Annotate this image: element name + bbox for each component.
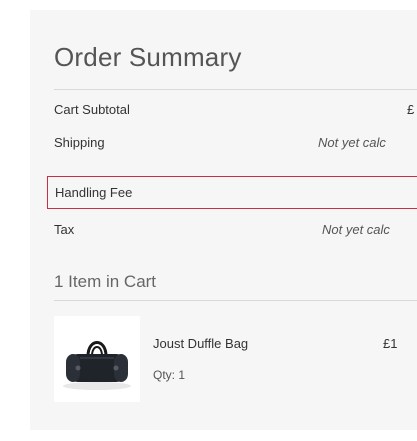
handling-fee-row: Handling Fee (47, 176, 417, 209)
items-in-cart-toggle[interactable]: 1 Item in Cart (54, 272, 156, 292)
order-summary-panel: Order Summary Cart Subtotal £ Shipping N… (30, 10, 417, 430)
tax-row: Tax Not yet calc (54, 217, 417, 243)
cart-divider (54, 300, 417, 301)
cart-subtotal-row: Cart Subtotal £ (54, 97, 417, 123)
product-name[interactable]: Joust Duffle Bag (153, 336, 248, 351)
shipping-value: Not yet calc (318, 135, 386, 150)
duffle-bag-image[interactable] (54, 316, 140, 402)
shipping-label: Shipping (54, 135, 105, 150)
summary-divider (54, 89, 417, 90)
cart-subtotal-value: £ (407, 102, 415, 117)
tax-label: Tax (54, 222, 75, 237)
duffle-bag-icon (63, 341, 131, 390)
handling-fee-label: Handling Fee (55, 185, 133, 200)
tax-value: Not yet calc (322, 222, 390, 237)
shipping-row: Shipping Not yet calc (54, 130, 417, 156)
order-summary-title: Order Summary (54, 42, 242, 72)
product-price: £1 (383, 336, 398, 351)
product-qty: Qty: 1 (153, 368, 186, 382)
cart-subtotal-label: Cart Subtotal (54, 102, 130, 117)
